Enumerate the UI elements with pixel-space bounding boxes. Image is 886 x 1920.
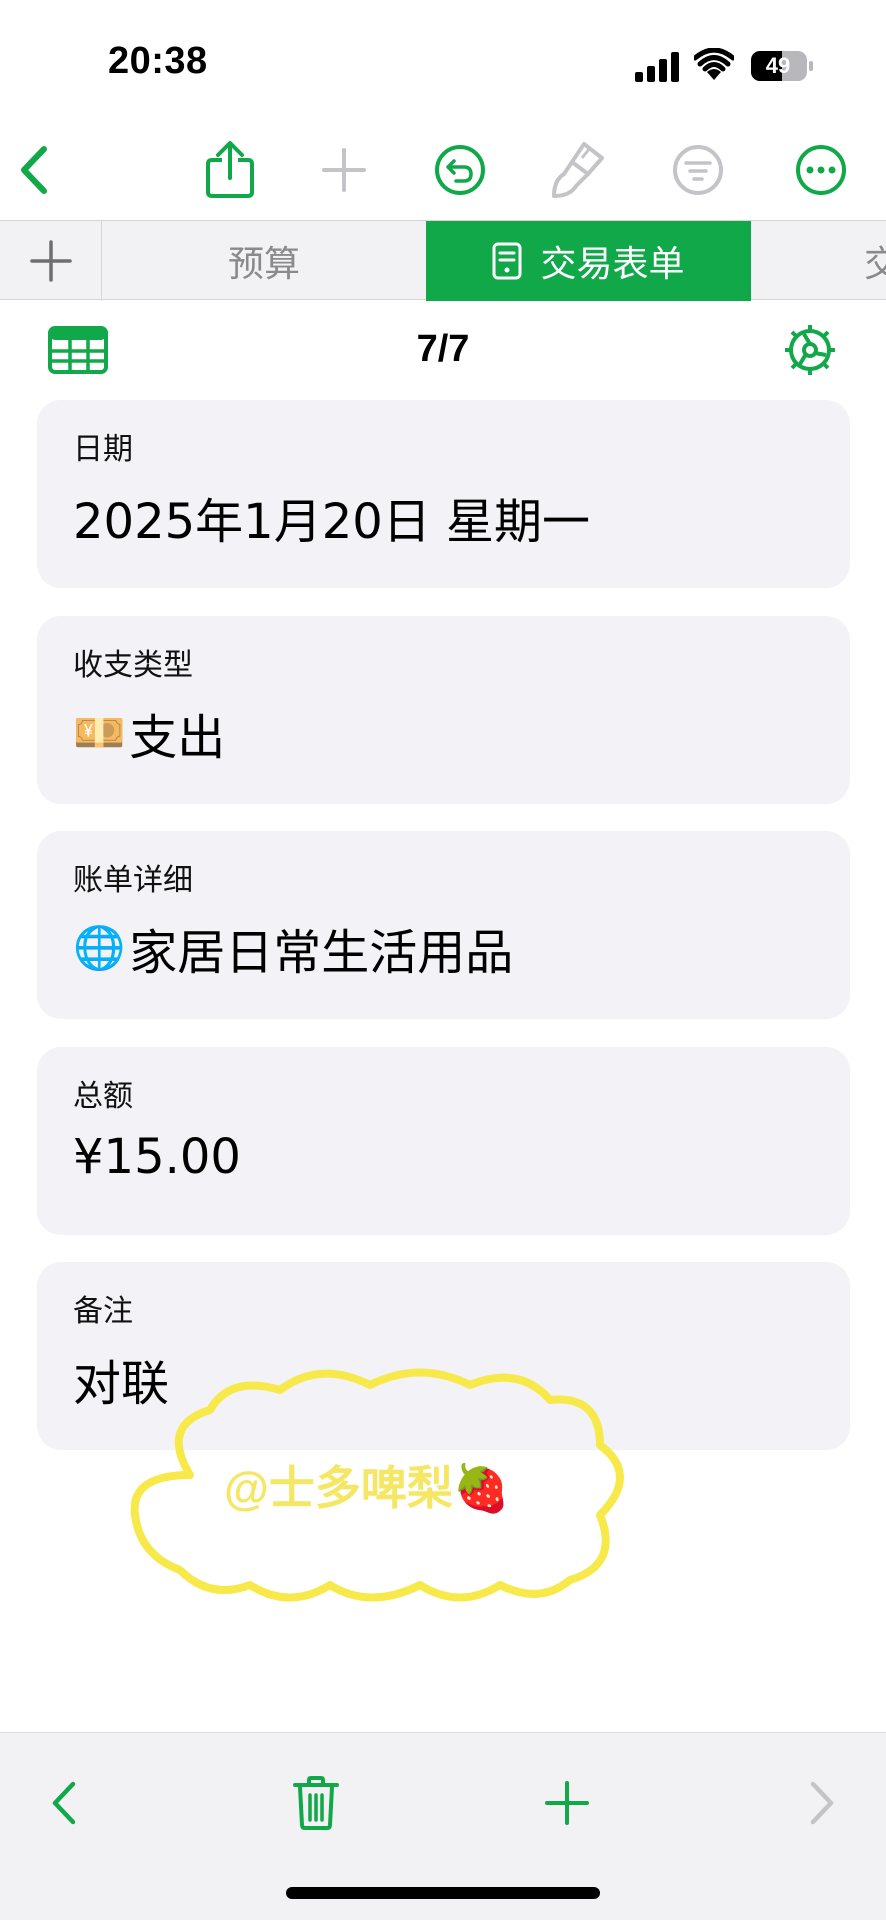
watermark-text: @士多啤梨🍓 [224,1462,511,1514]
field-label: 账单详细 [73,863,193,898]
tab-transaction-form[interactable]: 交易表单 [426,221,751,301]
toolbar [0,130,886,220]
tab-budget[interactable]: 预算 [102,221,426,301]
cellular-signal-icon [635,52,679,82]
back-chevron-icon [21,146,47,194]
more-icon [796,145,846,195]
field-value-text: ¥15.00 [73,1129,241,1185]
brush-icon [552,142,604,198]
share-button[interactable] [190,130,270,210]
field-value-text: 支出 [129,710,226,766]
field-card-details[interactable]: 账单详细 🌐 家居日常生活用品 [37,831,850,1019]
filter-icon [673,145,723,195]
field-value: 🌐 家居日常生活用品 [73,913,513,983]
previous-icon [52,1781,76,1825]
tab-next-sheet[interactable]: 交 [751,221,886,301]
status-time: 20:38 [108,40,208,82]
sheet-tab-bar: 预算 交易表单 交 [0,220,886,301]
add-sheet-button[interactable] [0,221,102,301]
add-record-button[interactable] [527,1763,607,1843]
form-icon [492,242,522,280]
wifi-icon [694,48,734,80]
field-value: ¥15.00 [73,1129,241,1185]
battery-level: 49 [765,53,791,78]
delete-record-button[interactable] [276,1763,356,1843]
table-view-icon[interactable] [48,326,108,374]
undo-icon [435,145,485,195]
money-icon: 💴 [73,708,126,757]
record-counter: 7/7 [416,328,470,370]
globe-icon: 🌐 [73,923,126,972]
field-label: 备注 [73,1294,133,1329]
add-record-icon [545,1781,589,1825]
filter-button[interactable] [658,130,738,210]
field-label: 收支类型 [73,648,193,683]
back-button[interactable] [0,130,74,210]
field-value-text: 2025年1月20日 星期一 [73,494,591,550]
field-label: 日期 [73,432,133,467]
trash-icon [293,1776,339,1830]
format-brush-button[interactable] [538,130,618,210]
add-icon [322,148,366,192]
share-icon [206,141,254,198]
plus-icon [29,240,72,282]
field-card-type[interactable]: 收支类型 💴 支出 [37,616,850,804]
field-value: 2025年1月20日 星期一 [73,482,590,552]
next-record-button[interactable] [782,1763,862,1843]
undo-button[interactable] [420,130,500,210]
field-card-amount[interactable]: 总额 ¥15.00 [37,1047,850,1235]
add-button[interactable] [304,130,384,210]
previous-record-button[interactable] [24,1763,104,1843]
status-bar: 20:38 49 [0,0,886,120]
more-button[interactable] [781,130,861,210]
gear-icon[interactable] [782,322,838,378]
tab-label: 交易表单 [540,244,685,285]
field-value: 💴 支出 [73,698,225,768]
home-indicator [286,1887,600,1899]
next-icon [810,1781,834,1825]
field-value-text: 家居日常生活用品 [129,925,514,981]
form-header: 7/7 [0,300,886,400]
field-label: 总额 [73,1079,133,1114]
tab-label: 预算 [227,244,300,285]
tab-label: 交 [863,244,886,285]
field-card-date[interactable]: 日期 2025年1月20日 星期一 [37,400,850,588]
